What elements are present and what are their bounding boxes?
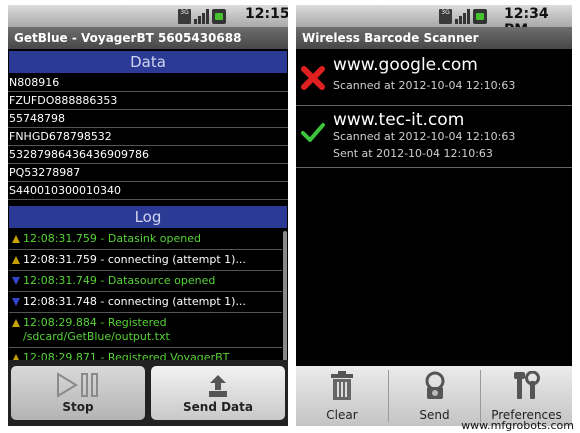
send-icon — [425, 371, 445, 399]
arrow-down-icon — [12, 277, 20, 285]
entry-host: www.tec-it.com — [333, 110, 465, 130]
wireless-scanner-screen: 3G 12:34 PM Wireless Barcode Scanner www… — [296, 5, 572, 426]
arrow-up-icon — [12, 235, 20, 243]
send-data-label: Send Data — [183, 400, 253, 414]
network-label: 3G — [180, 8, 189, 16]
network-3g-icon: 3G — [439, 8, 452, 24]
entry-sent-time: Sent at 2012-10-04 12:10:63 — [333, 147, 493, 160]
sent-check-icon — [301, 123, 325, 142]
stop-label: Stop — [62, 400, 94, 414]
send-button[interactable]: Send — [389, 366, 480, 426]
button-bar: Stop Send Data — [8, 360, 288, 426]
failed-icon — [301, 66, 325, 90]
entry-scanned-time: Scanned at 2012-10-04 12:10:63 — [333, 79, 516, 92]
log-scrollbar[interactable] — [283, 231, 287, 361]
data-row: N808916 — [8, 74, 288, 92]
signal-icon — [194, 8, 209, 24]
status-icons: 3G — [178, 8, 226, 24]
network-3g-icon: 3G — [178, 8, 191, 24]
battery-icon — [212, 8, 226, 24]
bottom-toolbar: Clear Send Preferences — [296, 366, 572, 426]
send-data-icon — [209, 375, 227, 397]
log-text: 12:08:31.759 - Datasink opened — [23, 232, 201, 245]
log-row: 12:08:31.759 - connecting (attempt 1)... — [9, 250, 282, 271]
arrow-down-icon — [12, 298, 20, 306]
clear-label: Clear — [326, 408, 358, 422]
app-title: GetBlue - VoyagerBT 5605430688 — [8, 27, 288, 49]
data-row: FNHGD678798532 — [8, 128, 288, 146]
watermark-text: www.mfgrobots.com — [461, 419, 574, 432]
entry-scanned-time: Scanned at 2012-10-04 12:10:63 — [333, 130, 516, 143]
network-label: 3G — [441, 8, 450, 16]
stop-icon — [57, 372, 98, 398]
log-text: 12:08:29.884 - Registered /sdcard/GetBlu… — [23, 316, 170, 343]
log-text: 12:08:31.748 - connecting (attempt 1)... — [23, 295, 246, 308]
data-row: 53287986436436909786 — [8, 146, 288, 164]
status-bar: 3G 12:15 — [8, 5, 288, 27]
trash-icon — [331, 371, 353, 400]
log-row: 12:08:29.884 - Registered /sdcard/GetBlu… — [9, 313, 282, 348]
status-icons: 3G — [439, 8, 487, 24]
log-text: 12:08:31.759 - connecting (attempt 1)... — [23, 253, 246, 266]
data-section-header: Data — [9, 51, 287, 73]
data-row: FZUFDO888886353 — [8, 92, 288, 110]
send-data-button[interactable]: Send Data — [151, 366, 285, 420]
arrow-up-icon — [12, 319, 20, 327]
wrench-icon — [514, 371, 540, 399]
scan-entry[interactable]: www.google.com Scanned at 2012-10-04 12:… — [296, 49, 572, 106]
entry-host: www.google.com — [333, 55, 478, 75]
preferences-button[interactable]: Preferences — [481, 366, 572, 426]
battery-icon — [473, 8, 487, 24]
data-row: PQ53278987 — [8, 164, 288, 182]
app-title: Wireless Barcode Scanner — [296, 27, 572, 49]
clear-button[interactable]: Clear — [296, 366, 388, 426]
getblue-screen: 3G 12:15 GetBlue - VoyagerBT 5605430688 … — [8, 5, 288, 426]
scan-entry[interactable]: www.tec-it.com Scanned at 2012-10-04 12:… — [296, 105, 572, 168]
status-clock: 12:15 — [245, 6, 288, 22]
log-row: 12:08:31.748 - connecting (attempt 1)... — [9, 292, 282, 313]
log-text: 12:08:31.749 - Datasource opened — [23, 274, 216, 287]
log-row: 12:08:31.749 - Datasource opened — [9, 271, 282, 292]
data-row: 55748798 — [8, 110, 288, 128]
signal-icon — [455, 8, 470, 24]
log-section-header: Log — [9, 206, 287, 228]
log-row: 12:08:31.759 - Datasink opened — [9, 229, 282, 250]
status-bar: 3G 12:34 PM — [296, 5, 572, 38]
arrow-up-icon — [12, 256, 20, 264]
stop-button[interactable]: Stop — [11, 366, 145, 420]
data-row: S440010300010340 — [8, 182, 288, 200]
